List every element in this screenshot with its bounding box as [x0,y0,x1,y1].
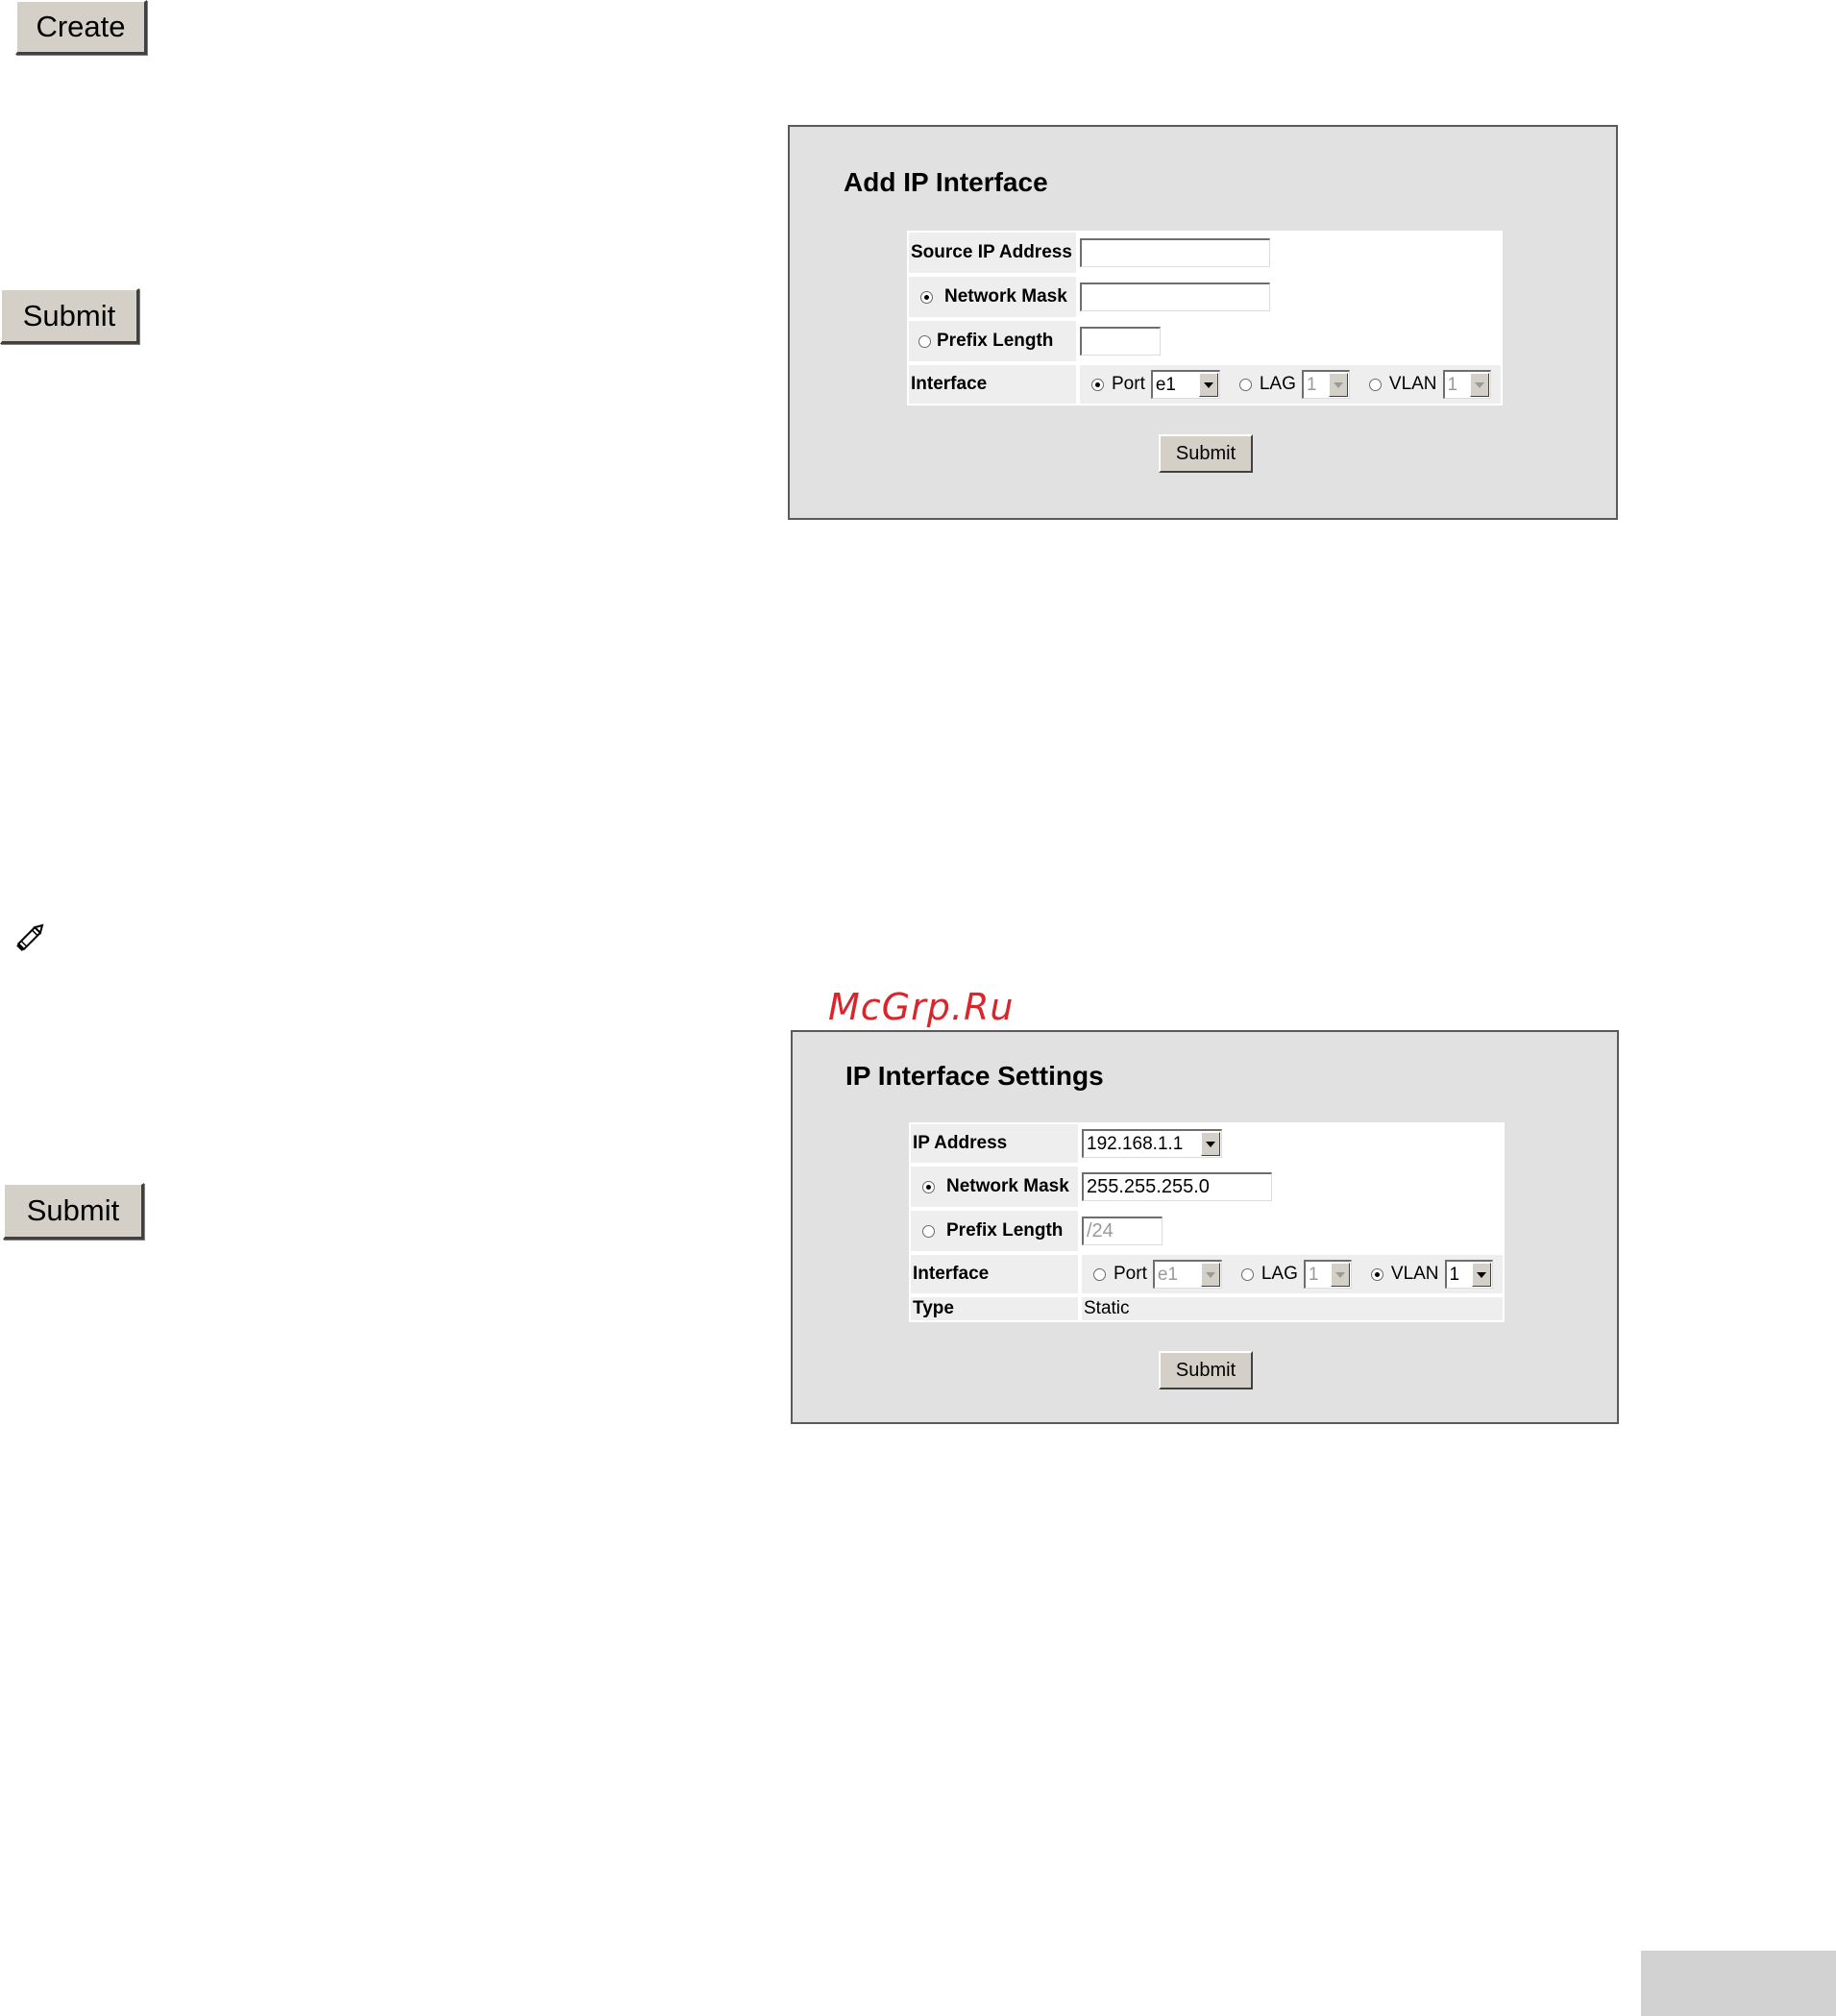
prefix-length-label: Prefix Length [946,1220,1064,1241]
chevron-down-icon [1201,1132,1220,1156]
submit-button-2[interactable]: Submit [3,1183,144,1240]
settings-submit-button[interactable]: Submit [1159,1351,1253,1389]
source-ip-input[interactable] [1080,238,1270,267]
network-mask-radio[interactable] [920,290,933,304]
network-mask-label-cell: Network Mask [909,277,1076,317]
ip-interface-settings-panel: IP Interface Settings IP Address 192.168… [791,1030,1619,1424]
vlan-select[interactable]: 1 [1444,1260,1493,1289]
port-label: Port [1114,1264,1147,1284]
add-submit-button[interactable]: Submit [1159,434,1253,473]
lag-label: LAG [1261,1264,1298,1284]
chevron-down-icon [1330,1263,1350,1287]
type-label: Type [911,1297,1078,1320]
network-mask-label-cell: Network Mask [911,1167,1078,1207]
lag-select[interactable]: 1 [1303,1260,1352,1289]
watermark-text: McGrp.Ru [828,986,1015,1028]
network-mask-radio[interactable] [922,1180,935,1193]
ip-address-label: IP Address [911,1124,1078,1163]
create-button[interactable]: Create [15,0,147,55]
chevron-down-icon [1200,1263,1220,1287]
prefix-length-radio[interactable] [918,334,931,348]
chevron-down-icon [1469,373,1489,397]
prefix-length-input[interactable] [1080,327,1161,356]
ip-settings-form: IP Address 192.168.1.1 Network Mask 255.… [909,1122,1505,1322]
page-number-tab [1641,1951,1836,2016]
interface-label: Interface [909,365,1076,404]
network-mask-label: Network Mask [946,1176,1069,1196]
lag-radio[interactable] [1238,378,1252,391]
vlan-radio[interactable] [1370,1267,1383,1281]
ip-address-select[interactable]: 192.168.1.1 [1082,1129,1222,1158]
network-mask-label: Network Mask [944,286,1067,307]
port-radio[interactable] [1091,378,1104,391]
prefix-length-label: Prefix Length [937,331,1054,351]
port-select[interactable]: e1 [1150,370,1220,399]
submit-button-1[interactable]: Submit [0,288,139,344]
prefix-length-input[interactable]: /24 [1082,1217,1163,1245]
chevron-down-icon [1471,1263,1491,1287]
add-ip-interface-panel: Add IP Interface Source IP Address Netwo… [788,125,1618,520]
port-select[interactable]: e1 [1152,1260,1222,1289]
source-ip-label: Source IP Address [909,233,1076,273]
port-radio[interactable] [1093,1267,1106,1281]
network-mask-input[interactable] [1080,283,1270,311]
vlan-label: VLAN [1388,374,1437,394]
network-mask-input[interactable]: 255.255.255.0 [1082,1172,1272,1201]
lag-select[interactable]: 1 [1301,370,1350,399]
prefix-length-label-cell: Prefix Length [909,321,1076,361]
lag-radio[interactable] [1240,1267,1254,1281]
type-value: Static [1084,1298,1130,1318]
prefix-length-label-cell: Prefix Length [911,1211,1078,1251]
vlan-label: VLAN [1390,1264,1439,1284]
pencil-icon [12,918,50,956]
chevron-down-icon [1328,373,1348,397]
port-label: Port [1112,374,1145,394]
panel-title: Add IP Interface [844,167,1048,197]
lag-label: LAG [1259,374,1296,394]
panel-title: IP Interface Settings [845,1061,1104,1091]
chevron-down-icon [1198,373,1218,397]
interface-label: Interface [911,1255,1078,1293]
vlan-select[interactable]: 1 [1442,370,1491,399]
add-ip-form: Source IP Address Network Mask Prefix Le… [907,231,1503,406]
vlan-radio[interactable] [1368,378,1382,391]
prefix-length-radio[interactable] [922,1224,935,1238]
